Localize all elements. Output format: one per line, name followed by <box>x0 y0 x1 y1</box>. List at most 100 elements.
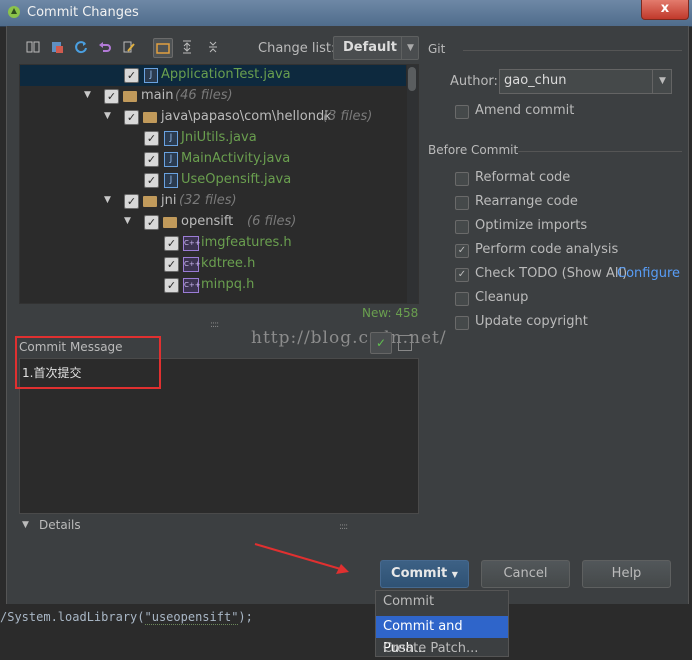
close-window-button[interactable]: x <box>641 0 689 20</box>
tree-row-count: (3 files) <box>323 109 373 124</box>
expand-arrow-icon[interactable]: ▼ <box>124 216 131 226</box>
revert-icon[interactable] <box>96 38 114 56</box>
chevron-down-icon: ▼ <box>401 37 419 59</box>
tree-vertical-scrollbar[interactable] <box>407 65 418 303</box>
tree-row-label: java\papaso\com\hellondk <box>161 109 332 124</box>
checkbox[interactable]: ✓ <box>164 278 179 293</box>
tree-row-label: UseOpensift.java <box>181 172 292 187</box>
spellcheck-icon[interactable]: ✓ <box>370 332 392 354</box>
expand-arrow-icon[interactable]: ▼ <box>104 195 111 205</box>
commit-dialog: Change list: Default ▼ ✓ J ApplicationTe… <box>6 26 689 604</box>
checkbox[interactable] <box>455 316 469 330</box>
folder-icon <box>163 217 177 228</box>
android-studio-icon <box>8 6 20 18</box>
checkbox[interactable] <box>455 196 469 210</box>
tree-row[interactable]: ✓ J ApplicationTest.java <box>20 65 406 86</box>
commit-button-label: Commit <box>391 566 448 581</box>
folder-icon <box>123 91 137 102</box>
tree-row[interactable]: ▼ ✓ java\papaso\com\hellondk (3 files) <box>20 107 406 128</box>
help-button[interactable]: Help <box>582 560 671 588</box>
group-by-directory-icon[interactable] <box>153 38 173 58</box>
expand-all-icon[interactable] <box>178 38 196 56</box>
history-icon[interactable] <box>398 335 412 351</box>
edit-source-icon[interactable] <box>120 38 138 56</box>
checkbox-checked[interactable]: ✓ <box>455 244 469 258</box>
java-file-icon: J <box>164 173 178 188</box>
tree-row-label: opensift <box>181 214 234 229</box>
tree-row[interactable]: ▼ ✓ opensift (6 files) <box>20 212 406 233</box>
checkbox[interactable]: ✓ <box>144 131 159 146</box>
java-file-icon: J <box>144 68 158 83</box>
menu-item-commit[interactable]: Commit <box>376 591 508 613</box>
splitter-grip-icon[interactable]: :::: <box>339 522 348 532</box>
menu-item-label: Create Patch... <box>383 641 479 656</box>
expand-arrow-icon[interactable]: ▼ <box>104 111 111 121</box>
tree-row-label: ApplicationTest.java <box>161 67 291 82</box>
option-label: Optimize imports <box>475 218 588 233</box>
configure-link[interactable]: Configure <box>617 266 680 281</box>
checkbox[interactable]: ✓ <box>164 236 179 251</box>
tree-row[interactable]: ✓ J JniUtils.java <box>20 128 406 149</box>
checkbox[interactable]: ✓ <box>104 89 119 104</box>
move-to-changelist-icon[interactable] <box>48 38 66 56</box>
checkbox[interactable]: ✓ <box>144 152 159 167</box>
tree-row[interactable]: ✓ C++ imgfeatures.h <box>20 233 406 254</box>
header-file-icon: C++ <box>183 236 201 251</box>
option-label: Update copyright <box>475 314 588 329</box>
checkbox[interactable] <box>455 220 469 234</box>
checkbox[interactable] <box>455 172 469 186</box>
tree-row-label: MainActivity.java <box>181 151 291 166</box>
changes-tree[interactable]: ✓ J ApplicationTest.java ▼ ✓ main (46 fi… <box>19 64 419 304</box>
checkbox[interactable]: ✓ <box>124 110 139 125</box>
code-argument: "useopensift" <box>144 610 239 625</box>
option-label: Reformat code <box>475 170 571 185</box>
checkbox[interactable]: ✓ <box>144 173 159 188</box>
tree-row-label: jni <box>161 193 177 208</box>
chevron-down-icon[interactable]: ▼ <box>652 70 672 93</box>
checkbox[interactable]: ✓ <box>124 68 139 83</box>
diff-icon[interactable] <box>24 38 42 56</box>
menu-item-label: Commit <box>383 594 435 609</box>
checkbox-checked[interactable]: ✓ <box>455 268 469 282</box>
checkbox[interactable]: ✓ <box>124 194 139 209</box>
amend-commit-label: Amend commit <box>475 103 575 118</box>
tree-row[interactable]: ▼ ✓ jni (32 files) <box>20 191 406 212</box>
tree-row-label: kdtree.h <box>201 256 256 271</box>
refresh-icon[interactable] <box>72 38 90 56</box>
checkbox[interactable] <box>455 292 469 306</box>
scrollbar-thumb[interactable] <box>408 67 416 91</box>
checkbox[interactable]: ✓ <box>144 215 159 230</box>
code-prefix: /System.loadLibrary( <box>0 610 145 624</box>
author-select[interactable]: gao_chun ▼ <box>499 69 672 94</box>
changelist-select[interactable]: Default ▼ <box>333 36 419 60</box>
commit-button[interactable]: Commit ▼ <box>380 560 469 588</box>
checkbox[interactable] <box>455 105 469 119</box>
cancel-button[interactable]: Cancel <box>481 560 570 588</box>
checkbox[interactable]: ✓ <box>164 257 179 272</box>
splitter-grip-icon[interactable]: :::: <box>210 320 219 330</box>
chevron-down-icon[interactable]: ▼ <box>22 520 29 530</box>
tree-row-label: minpq.h <box>201 277 255 292</box>
author-label: Author: <box>450 74 498 89</box>
tree-row[interactable]: ✓ J UseOpensift.java <box>20 170 406 191</box>
editor-code-line: /System.loadLibrary("useopensift"); <box>0 610 253 625</box>
separator <box>518 151 682 152</box>
changelist-label: Change list: <box>258 41 336 56</box>
collapse-all-icon[interactable] <box>204 38 222 56</box>
tree-row[interactable]: ▼ ✓ main (46 files) <box>20 86 406 107</box>
details-toggle[interactable]: Details <box>39 518 81 532</box>
window-title: Commit Changes <box>27 5 139 20</box>
option-label: Check TODO (Show All) <box>475 266 628 281</box>
menu-item-create-patch[interactable]: Create Patch... <box>376 638 508 660</box>
tree-row-label: main <box>141 88 174 103</box>
expand-arrow-icon[interactable]: ▼ <box>84 90 91 100</box>
changelist-value: Default <box>343 40 397 55</box>
code-suffix: ); <box>238 610 253 624</box>
menu-item-commit-and-push[interactable]: Commit and Push... <box>376 616 508 656</box>
tree-row[interactable]: ✓ C++ kdtree.h <box>20 254 406 275</box>
new-files-count: New: 458 <box>362 306 419 320</box>
tree-row-count: (32 files) <box>179 193 237 208</box>
watermark-text: http://blog.csdn.net/ <box>251 328 447 348</box>
tree-row[interactable]: ✓ J MainActivity.java <box>20 149 406 170</box>
tree-row[interactable]: ✓ C++ minpq.h <box>20 275 406 296</box>
